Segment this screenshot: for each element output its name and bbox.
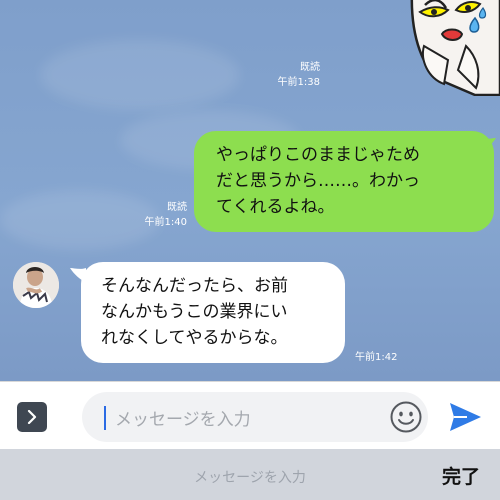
smiley-icon	[390, 401, 422, 433]
message-meta: 既読 午前1:38	[278, 60, 320, 90]
send-icon	[450, 403, 481, 431]
background-cloud	[0, 190, 160, 250]
read-receipt: 既読	[300, 62, 320, 73]
message-line: れなくしてやるからな。	[101, 328, 288, 348]
emoji-button[interactable]	[389, 400, 423, 434]
message-line: やっぱりこのままじゃため	[216, 145, 420, 165]
avatar-icon	[13, 262, 59, 308]
incoming-message-bubble[interactable]: そんなんだったら、お前 なんかもうこの業界にい れなくしてやるからな。	[81, 262, 345, 363]
read-receipt: 既読	[167, 202, 187, 213]
keyboard-bar-placeholder: メッセージを入力	[194, 470, 306, 486]
done-button[interactable]: 完了	[442, 462, 480, 489]
message-input-placeholder: メッセージを入力	[115, 410, 251, 430]
chevron-right-icon	[27, 410, 37, 424]
message-input-bar: メッセージを入力	[0, 381, 500, 450]
send-button[interactable]	[447, 399, 483, 435]
bubble-tail	[480, 138, 496, 152]
message-time: 午前1:38	[277, 77, 320, 88]
message-line: てくれるよね。	[216, 197, 335, 217]
message-meta: 午前1:42	[355, 350, 397, 365]
text-caret	[104, 406, 106, 430]
sticker-character-icon	[410, 0, 500, 97]
message-time: 午前1:40	[144, 217, 187, 228]
message-time: 午前1:42	[355, 352, 398, 363]
message-line: そんなんだったら、お前	[101, 276, 288, 296]
outgoing-message-bubble[interactable]: やっぱりこのままじゃため だと思うから……。わかっ てくれるよね。	[194, 131, 494, 232]
avatar[interactable]	[13, 262, 59, 308]
message-input[interactable]: メッセージを入力	[82, 392, 428, 442]
message-meta: 既読 午前1:40	[145, 200, 187, 230]
message-line: だと思うから……。わかっ	[216, 171, 420, 191]
sticker-message[interactable]	[380, 0, 500, 97]
background-cloud	[40, 40, 240, 110]
keyboard-accessory-bar: メッセージを入力 完了	[0, 449, 500, 500]
chat-area[interactable]: 既読 午前1:38 既読 午前1:40 やっぱりこのままじゃため だと思うから……	[0, 0, 500, 381]
expand-button[interactable]	[17, 402, 47, 432]
message-line: なんかもうこの業界にい	[101, 302, 288, 322]
